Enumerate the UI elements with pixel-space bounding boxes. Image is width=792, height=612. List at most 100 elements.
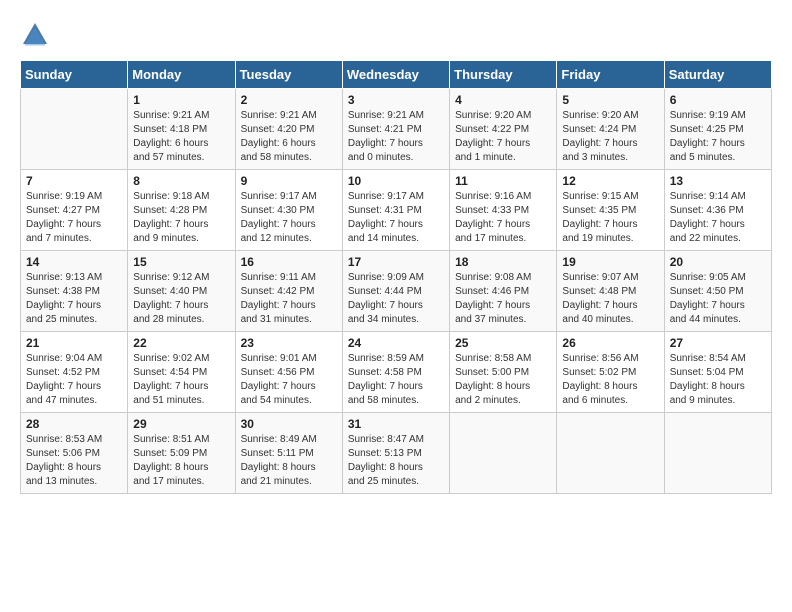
day-info: Sunrise: 8:49 AM Sunset: 5:11 PM Dayligh… bbox=[241, 433, 337, 489]
calendar-cell: 21Sunrise: 9:04 AM Sunset: 4:52 PM Dayli… bbox=[21, 332, 128, 413]
calendar-cell: 25Sunrise: 8:58 AM Sunset: 5:00 PM Dayli… bbox=[450, 332, 557, 413]
day-number: 18 bbox=[455, 255, 551, 269]
calendar-cell: 23 Sunrise: 9:01 AM Sunset: 4:56 PM Dayli… bbox=[235, 332, 342, 413]
day-number: 10 bbox=[348, 174, 444, 188]
calendar-cell: 16 Sunrise: 9:11 AM Sunset: 4:42 PM Dayli… bbox=[235, 251, 342, 332]
calendar-cell: 28 Sunrise: 8:53 AM Sunset: 5:06 PM Dayli… bbox=[21, 413, 128, 494]
calendar-cell bbox=[664, 413, 771, 494]
calendar-cell: 6 Sunrise: 9:19 AM Sunset: 4:25 PM Daylig… bbox=[664, 89, 771, 170]
day-number: 21 bbox=[26, 336, 122, 350]
calendar-cell: 30 Sunrise: 8:49 AM Sunset: 5:11 PM Dayli… bbox=[235, 413, 342, 494]
calendar-cell: 2Sunrise: 9:21 AM Sunset: 4:20 PM Daylig… bbox=[235, 89, 342, 170]
calendar-cell bbox=[557, 413, 664, 494]
day-number: 4 bbox=[455, 93, 551, 107]
day-number: 5 bbox=[562, 93, 658, 107]
calendar-cell: 18 Sunrise: 9:08 AM Sunset: 4:46 PM Dayli… bbox=[450, 251, 557, 332]
day-number: 20 bbox=[670, 255, 766, 269]
logo bbox=[20, 20, 54, 50]
calendar-row-4: 28 Sunrise: 8:53 AM Sunset: 5:06 PM Dayli… bbox=[21, 413, 772, 494]
day-info: Sunrise: 9:20 AM Sunset: 4:22 PM Dayligh… bbox=[455, 109, 551, 165]
day-number: 28 bbox=[26, 417, 122, 431]
calendar-cell: 24 Sunrise: 8:59 AM Sunset: 4:58 PM Dayli… bbox=[342, 332, 449, 413]
header-cell-saturday: Saturday bbox=[664, 61, 771, 89]
day-info: Sunrise: 9:11 AM Sunset: 4:42 PM Dayligh… bbox=[241, 271, 337, 327]
calendar-cell: 1 Sunrise: 9:21 AM Sunset: 4:18 PM Daylig… bbox=[128, 89, 235, 170]
calendar-table: SundayMondayTuesdayWednesdayThursdayFrid… bbox=[20, 60, 772, 494]
day-number: 7 bbox=[26, 174, 122, 188]
day-number: 9 bbox=[241, 174, 337, 188]
day-info: Sunrise: 9:05 AM Sunset: 4:50 PM Dayligh… bbox=[670, 271, 766, 327]
calendar-cell: 10Sunrise: 9:17 AM Sunset: 4:31 PM Dayli… bbox=[342, 170, 449, 251]
page-header bbox=[20, 20, 772, 50]
calendar-cell: 15 Sunrise: 9:12 AM Sunset: 4:40 PM Dayli… bbox=[128, 251, 235, 332]
day-info: Sunrise: 9:07 AM Sunset: 4:48 PM Dayligh… bbox=[562, 271, 658, 327]
day-info: Sunrise: 8:51 AM Sunset: 5:09 PM Dayligh… bbox=[133, 433, 229, 489]
calendar-cell: 12 Sunrise: 9:15 AM Sunset: 4:35 PM Dayli… bbox=[557, 170, 664, 251]
day-number: 15 bbox=[133, 255, 229, 269]
calendar-row-0: 1 Sunrise: 9:21 AM Sunset: 4:18 PM Daylig… bbox=[21, 89, 772, 170]
day-info: Sunrise: 9:01 AM Sunset: 4:56 PM Dayligh… bbox=[241, 352, 337, 408]
day-number: 19 bbox=[562, 255, 658, 269]
header-cell-wednesday: Wednesday bbox=[342, 61, 449, 89]
calendar-cell bbox=[450, 413, 557, 494]
day-info: Sunrise: 8:54 AM Sunset: 5:04 PM Dayligh… bbox=[670, 352, 766, 408]
day-number: 22 bbox=[133, 336, 229, 350]
day-number: 26 bbox=[562, 336, 658, 350]
day-number: 23 bbox=[241, 336, 337, 350]
calendar-cell: 13 Sunrise: 9:14 AM Sunset: 4:36 PM Dayli… bbox=[664, 170, 771, 251]
day-number: 14 bbox=[26, 255, 122, 269]
day-info: Sunrise: 9:08 AM Sunset: 4:46 PM Dayligh… bbox=[455, 271, 551, 327]
day-info: Sunrise: 9:21 AM Sunset: 4:18 PM Dayligh… bbox=[133, 109, 229, 165]
calendar-cell: 9 Sunrise: 9:17 AM Sunset: 4:30 PM Daylig… bbox=[235, 170, 342, 251]
day-info: Sunrise: 9:13 AM Sunset: 4:38 PM Dayligh… bbox=[26, 271, 122, 327]
day-number: 8 bbox=[133, 174, 229, 188]
day-info: Sunrise: 9:12 AM Sunset: 4:40 PM Dayligh… bbox=[133, 271, 229, 327]
header-cell-monday: Monday bbox=[128, 61, 235, 89]
header-row: SundayMondayTuesdayWednesdayThursdayFrid… bbox=[21, 61, 772, 89]
day-number: 12 bbox=[562, 174, 658, 188]
header-cell-sunday: Sunday bbox=[21, 61, 128, 89]
day-number: 29 bbox=[133, 417, 229, 431]
header-cell-tuesday: Tuesday bbox=[235, 61, 342, 89]
calendar-cell: 7Sunrise: 9:19 AM Sunset: 4:27 PM Daylig… bbox=[21, 170, 128, 251]
day-info: Sunrise: 9:14 AM Sunset: 4:36 PM Dayligh… bbox=[670, 190, 766, 246]
day-info: Sunrise: 8:53 AM Sunset: 5:06 PM Dayligh… bbox=[26, 433, 122, 489]
day-number: 30 bbox=[241, 417, 337, 431]
calendar-cell bbox=[21, 89, 128, 170]
calendar-cell: 31 Sunrise: 8:47 AM Sunset: 5:13 PM Dayli… bbox=[342, 413, 449, 494]
day-info: Sunrise: 9:16 AM Sunset: 4:33 PM Dayligh… bbox=[455, 190, 551, 246]
day-info: Sunrise: 9:18 AM Sunset: 4:28 PM Dayligh… bbox=[133, 190, 229, 246]
calendar-cell: 3Sunrise: 9:21 AM Sunset: 4:21 PM Daylig… bbox=[342, 89, 449, 170]
calendar-cell: 14 Sunrise: 9:13 AM Sunset: 4:38 PM Dayli… bbox=[21, 251, 128, 332]
day-info: Sunrise: 9:09 AM Sunset: 4:44 PM Dayligh… bbox=[348, 271, 444, 327]
calendar-cell: 26Sunrise: 8:56 AM Sunset: 5:02 PM Dayli… bbox=[557, 332, 664, 413]
calendar-row-3: 21Sunrise: 9:04 AM Sunset: 4:52 PM Dayli… bbox=[21, 332, 772, 413]
day-number: 25 bbox=[455, 336, 551, 350]
calendar-cell: 8 Sunrise: 9:18 AM Sunset: 4:28 PM Daylig… bbox=[128, 170, 235, 251]
day-number: 31 bbox=[348, 417, 444, 431]
calendar-cell: 11Sunrise: 9:16 AM Sunset: 4:33 PM Dayli… bbox=[450, 170, 557, 251]
day-number: 13 bbox=[670, 174, 766, 188]
calendar-cell: 5 Sunrise: 9:20 AM Sunset: 4:24 PM Daylig… bbox=[557, 89, 664, 170]
day-number: 2 bbox=[241, 93, 337, 107]
day-number: 1 bbox=[133, 93, 229, 107]
logo-icon bbox=[20, 20, 50, 50]
day-info: Sunrise: 9:02 AM Sunset: 4:54 PM Dayligh… bbox=[133, 352, 229, 408]
calendar-row-1: 7Sunrise: 9:19 AM Sunset: 4:27 PM Daylig… bbox=[21, 170, 772, 251]
day-info: Sunrise: 9:17 AM Sunset: 4:30 PM Dayligh… bbox=[241, 190, 337, 246]
day-info: Sunrise: 8:59 AM Sunset: 4:58 PM Dayligh… bbox=[348, 352, 444, 408]
day-number: 17 bbox=[348, 255, 444, 269]
calendar-header: SundayMondayTuesdayWednesdayThursdayFrid… bbox=[21, 61, 772, 89]
calendar-cell: 19 Sunrise: 9:07 AM Sunset: 4:48 PM Dayli… bbox=[557, 251, 664, 332]
day-info: Sunrise: 8:47 AM Sunset: 5:13 PM Dayligh… bbox=[348, 433, 444, 489]
calendar-cell: 17 Sunrise: 9:09 AM Sunset: 4:44 PM Dayli… bbox=[342, 251, 449, 332]
day-info: Sunrise: 9:15 AM Sunset: 4:35 PM Dayligh… bbox=[562, 190, 658, 246]
calendar-cell: 4 Sunrise: 9:20 AM Sunset: 4:22 PM Daylig… bbox=[450, 89, 557, 170]
day-number: 6 bbox=[670, 93, 766, 107]
day-info: Sunrise: 9:19 AM Sunset: 4:25 PM Dayligh… bbox=[670, 109, 766, 165]
day-number: 24 bbox=[348, 336, 444, 350]
day-number: 16 bbox=[241, 255, 337, 269]
calendar-body: 1 Sunrise: 9:21 AM Sunset: 4:18 PM Daylig… bbox=[21, 89, 772, 494]
day-info: Sunrise: 9:20 AM Sunset: 4:24 PM Dayligh… bbox=[562, 109, 658, 165]
calendar-cell: 20 Sunrise: 9:05 AM Sunset: 4:50 PM Dayli… bbox=[664, 251, 771, 332]
